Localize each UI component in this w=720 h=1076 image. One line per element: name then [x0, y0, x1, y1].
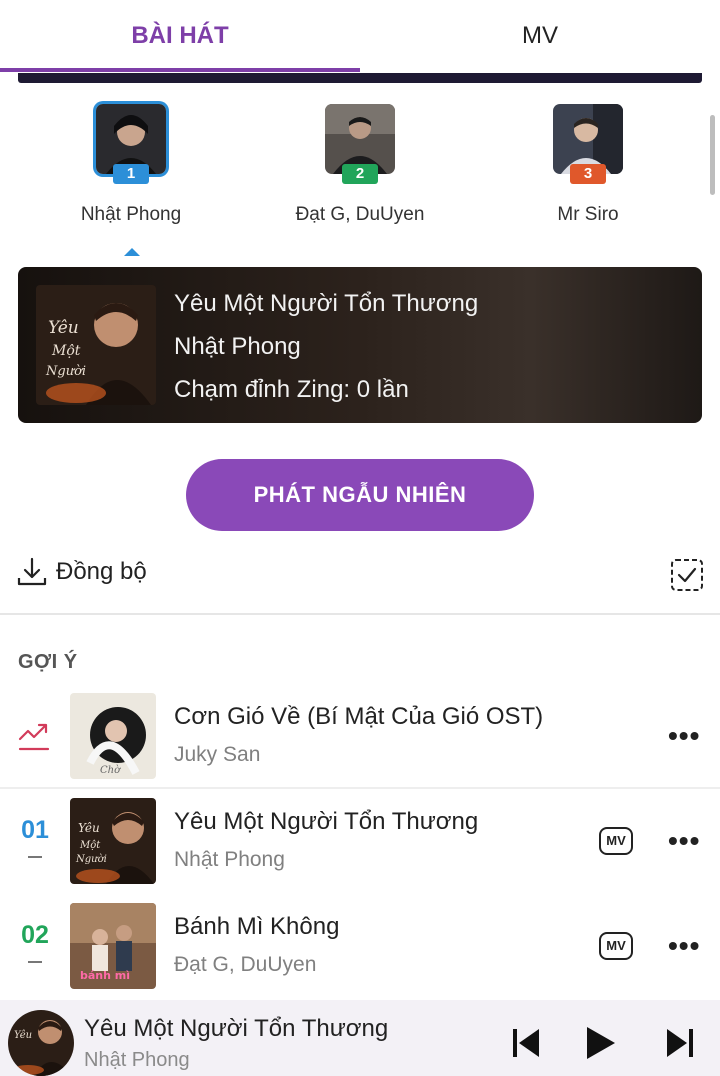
row-divider — [0, 787, 720, 789]
featured-peak: Chạm đỉnh Zing: 0 lần — [174, 376, 409, 403]
song-thumbnail: bánh mì — [70, 903, 156, 989]
svg-text:Yêu: Yêu — [78, 821, 100, 835]
multi-select-button[interactable] — [670, 558, 704, 597]
trending-icon — [18, 723, 50, 751]
svg-text:Yêu: Yêu — [14, 1030, 32, 1041]
svg-text:Một: Một — [51, 343, 81, 359]
song-row[interactable]: 01 Yêu Một Người Yêu Một Người Tổn Thươn… — [0, 798, 720, 902]
rank-change-indicator — [28, 961, 42, 963]
svg-text:bánh mì: bánh mì — [80, 969, 130, 982]
checkbox-select-icon — [671, 559, 703, 591]
download-icon — [17, 557, 47, 586]
more-options-button[interactable]: ••• — [668, 722, 700, 750]
song-thumbnail: Yêu Một Người — [70, 798, 156, 884]
rank-change-indicator — [28, 856, 42, 858]
rank-badge: 2 — [342, 164, 378, 184]
top-artist-2[interactable]: 2 Đạt G, DuUyen — [250, 104, 470, 226]
song-title: Cơn Gió Về (Bí Mật Của Gió OST) — [174, 703, 544, 730]
song-thumbnail: Chờ — [70, 693, 156, 779]
previous-track-icon[interactable] — [510, 1026, 542, 1060]
tab-songs[interactable]: BÀI HÁT — [0, 0, 360, 72]
rank-badge: 1 — [113, 164, 149, 184]
artist-name: Đạt G, DuUyen — [295, 204, 425, 225]
svg-text:Chờ: Chờ — [100, 765, 121, 776]
mv-badge-button[interactable]: MV — [599, 827, 633, 855]
featured-song-info: Yêu Một Người Tổn Thương Nhật Phong Chạm… — [174, 285, 478, 414]
tab-bar: BÀI HÁT MV — [0, 0, 720, 72]
song-rank: 02 — [21, 921, 49, 949]
featured-artist: Nhật Phong — [174, 333, 301, 360]
top-artist-1[interactable]: 1 Nhật Phong — [21, 104, 241, 226]
featured-title: Yêu Một Người Tổn Thương — [174, 290, 479, 317]
play-icon[interactable] — [583, 1024, 617, 1062]
featured-song-card[interactable]: Yêu Một Người Yêu Một Người Tổn Thương N… — [18, 267, 702, 423]
sync-button[interactable]: Đồng bộ — [16, 556, 147, 588]
song-row[interactable]: Chờ Cơn Gió Về (Bí Mật Của Gió OST) Juky… — [0, 693, 720, 797]
more-options-button[interactable]: ••• — [668, 827, 700, 855]
svg-text:Yêu: Yêu — [48, 318, 79, 338]
top-artist-3[interactable]: 3 Mr Siro — [478, 104, 698, 226]
song-row[interactable]: 02 bánh mì Bánh Mì Không Đạt G, DuUyen M… — [0, 903, 720, 1007]
svg-text:Người: Người — [45, 364, 86, 379]
more-options-button[interactable]: ••• — [668, 932, 700, 960]
scrollbar[interactable] — [710, 115, 715, 195]
rank-badge: 3 — [570, 164, 606, 184]
svg-text:Người: Người — [75, 854, 107, 865]
now-playing-title: Yêu Một Người Tổn Thương — [84, 1015, 389, 1042]
mv-badge-button[interactable]: MV — [599, 932, 633, 960]
section-title-suggestions: GỢI Ý — [18, 651, 78, 673]
svg-text:Một: Một — [79, 840, 101, 851]
now-playing-cover: Yêu — [8, 1010, 74, 1076]
active-tab-indicator — [0, 68, 360, 72]
next-track-icon[interactable] — [664, 1026, 696, 1060]
song-artist: Nhật Phong — [174, 848, 285, 871]
song-title: Yêu Một Người Tổn Thương — [174, 808, 479, 835]
song-rank: 01 — [21, 816, 49, 844]
artist-name: Mr Siro — [557, 204, 619, 225]
artist-name: Nhật Phong — [80, 204, 182, 225]
selected-artist-caret — [124, 248, 140, 256]
song-artist: Juky San — [174, 743, 261, 766]
tab-mv[interactable]: MV — [360, 0, 720, 72]
song-artist: Đạt G, DuUyen — [174, 953, 317, 976]
shuffle-play-button[interactable]: PHÁT NGẪU NHIÊN — [186, 459, 534, 531]
featured-cover-art: Yêu Một Người — [36, 285, 156, 405]
mini-player[interactable]: Yêu Yêu Một Người Tổn Thương Nhật Phong — [0, 1000, 720, 1076]
now-playing-artist: Nhật Phong — [84, 1049, 190, 1071]
song-title: Bánh Mì Không — [174, 913, 340, 940]
section-divider — [0, 613, 720, 615]
sync-label: Đồng bộ — [56, 558, 147, 585]
header-banner-edge — [18, 73, 702, 83]
